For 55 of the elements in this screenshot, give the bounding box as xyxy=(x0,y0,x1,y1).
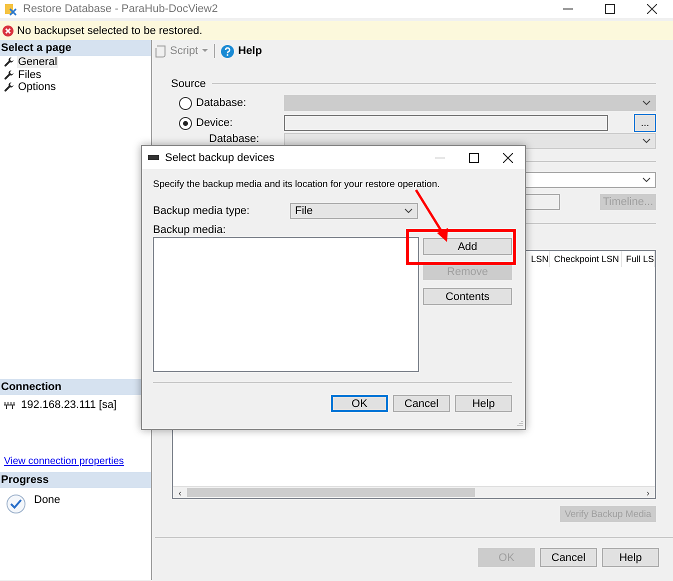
arrow xyxy=(414,189,448,242)
device-field[interactable] xyxy=(284,115,608,131)
backup-media-list[interactable] xyxy=(153,237,419,372)
dialog-button[interactable]: OK xyxy=(331,395,388,412)
scroll-right-arrow[interactable]: › xyxy=(641,488,655,498)
page-item[interactable]: Files xyxy=(17,68,42,81)
group-label: Source xyxy=(171,78,206,90)
media-button[interactable]: Contents xyxy=(423,288,512,305)
dropdown-arrow-icon[interactable] xyxy=(202,49,208,53)
app-icon xyxy=(4,2,17,16)
column-header[interactable]: Full LS xyxy=(622,251,655,267)
error-icon xyxy=(2,24,14,36)
field-label: Database: xyxy=(209,133,260,145)
progress-status: Done xyxy=(34,494,60,506)
radio-button[interactable] xyxy=(179,116,192,130)
close-icon[interactable] xyxy=(503,152,513,162)
connection-icon xyxy=(4,400,15,410)
radio-button[interactable] xyxy=(179,96,192,110)
server-name: 192.168.23.111 [sa] xyxy=(21,399,117,411)
field-label: Backup media type: xyxy=(153,205,251,217)
scroll-left-arrow[interactable]: ‹ xyxy=(173,488,187,498)
browse-button[interactable]: ... xyxy=(634,114,656,132)
section-header: Select a page xyxy=(0,40,151,56)
media-type-dropdown[interactable]: File xyxy=(290,203,418,219)
field-label: Backup media: xyxy=(153,224,227,236)
maximize-icon[interactable] xyxy=(469,152,479,162)
page-item[interactable]: General xyxy=(17,56,58,68)
radio-label: Device: xyxy=(196,117,233,129)
help-icon[interactable] xyxy=(221,44,234,58)
script-icon[interactable] xyxy=(155,44,166,58)
dialog-button[interactable]: Cancel xyxy=(540,548,597,567)
dialog-button[interactable]: Cancel xyxy=(393,395,450,412)
horizontal-scrollbar[interactable]: ‹ › xyxy=(173,486,655,498)
connection-properties-link[interactable]: View connection properties xyxy=(0,456,151,472)
close-icon[interactable] xyxy=(647,4,657,14)
radio-label: Database: xyxy=(196,97,246,109)
checkmark-icon xyxy=(6,494,26,514)
warning-text: No backupset selected to be restored. xyxy=(17,24,202,36)
resize-grip-icon[interactable] xyxy=(516,420,523,427)
help-button[interactable]: Help xyxy=(238,45,262,57)
dialog-button[interactable]: Help xyxy=(455,395,512,412)
column-header[interactable]: LSN xyxy=(527,251,550,267)
page-item[interactable]: Options xyxy=(17,81,57,94)
maximize-icon[interactable] xyxy=(605,4,615,14)
section-header: Progress xyxy=(0,472,151,488)
wrench-icon xyxy=(4,57,14,68)
dialog-title: Select backup devices xyxy=(165,152,276,164)
wrench-icon xyxy=(4,70,14,80)
dialog-button[interactable]: Help xyxy=(602,548,659,567)
window-title: Restore Database - ParaHub-DocView2 xyxy=(23,3,219,15)
media-button[interactable]: Add xyxy=(423,238,512,255)
tape-icon xyxy=(148,154,159,160)
column-header[interactable]: Checkpoint LSN xyxy=(550,251,622,267)
dialog-description: Specify the backup media and its location for your restore operation. xyxy=(153,179,441,190)
wrench-icon xyxy=(4,82,14,92)
